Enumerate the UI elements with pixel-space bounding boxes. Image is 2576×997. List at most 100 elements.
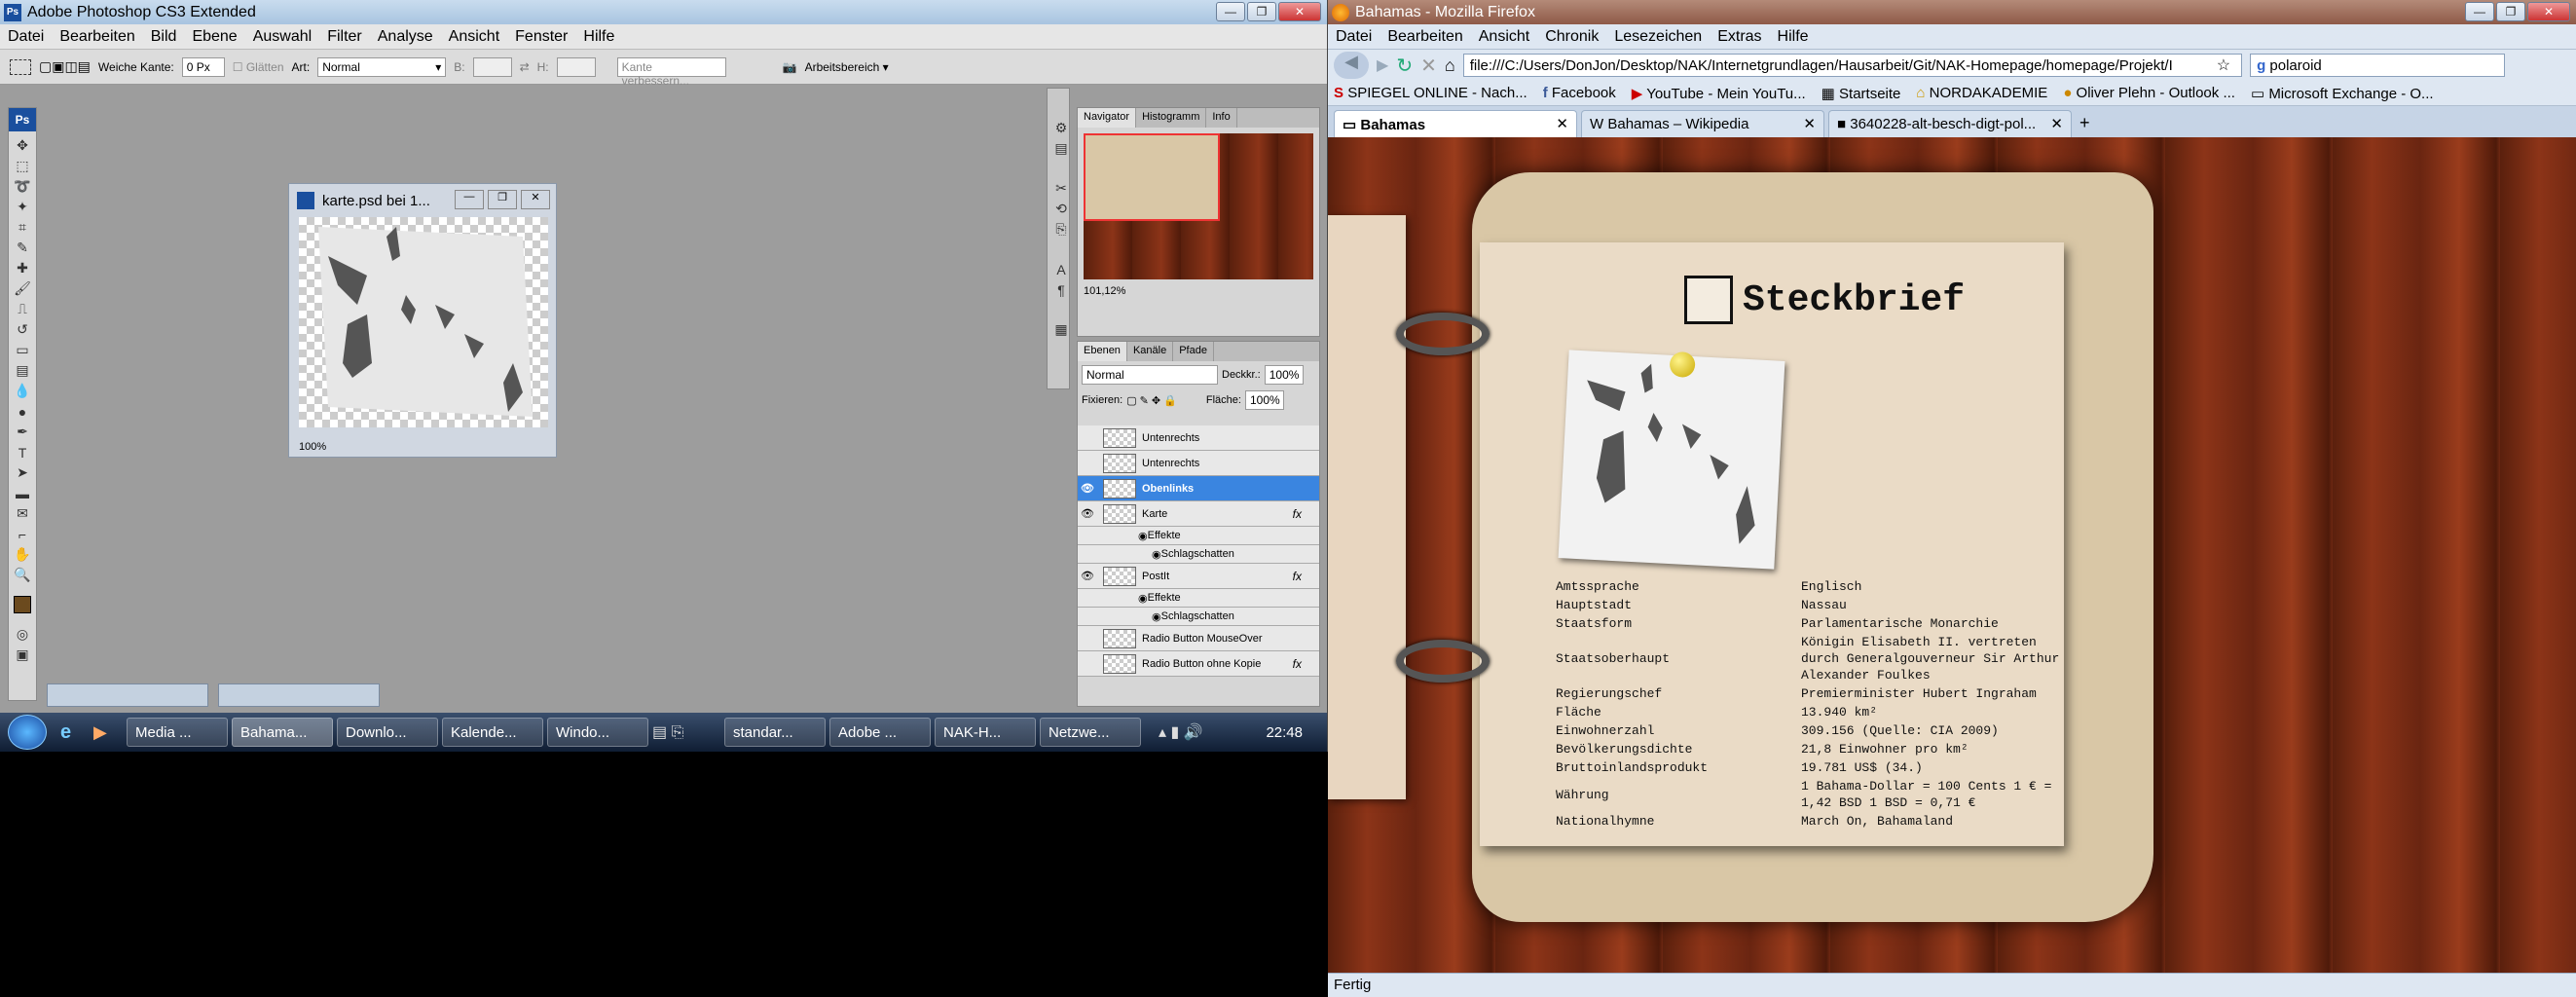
shape-tool-icon[interactable]: ▬ <box>9 483 36 503</box>
style-select[interactable]: Normal ▾ <box>317 56 447 77</box>
url-bar[interactable]: file:///C:/Users/DonJon/Desktop/NAK/Inte… <box>1462 54 2242 77</box>
layer-row[interactable]: Untenrechts <box>1078 451 1319 476</box>
tab-wikipedia[interactable]: W Bahamas – Wikipedia ✕ <box>1581 110 1824 137</box>
quickmask-icon[interactable]: ◎ <box>9 624 36 645</box>
doc-restore-button[interactable]: ❐ <box>488 190 517 209</box>
ie-icon[interactable]: e <box>60 721 90 744</box>
dodge-tool-icon[interactable]: ● <box>9 401 36 422</box>
ff-menu-datei[interactable]: Datei <box>1336 28 1372 46</box>
layer-row[interactable]: 👁 Obenlinks <box>1078 476 1319 501</box>
panel-icon-3[interactable]: ✂ <box>1048 178 1075 199</box>
home-icon[interactable]: ⌂ <box>1445 55 1455 76</box>
search-bar[interactable]: g polaroid <box>2250 54 2506 77</box>
ff-menu-chronik[interactable]: Chronik <box>1545 28 1599 46</box>
path-select-icon[interactable]: ➤ <box>9 462 36 483</box>
menu-bild[interactable]: Bild <box>151 28 177 46</box>
close-tab-icon[interactable]: ✕ <box>1803 115 1816 132</box>
fx-icon[interactable]: fx <box>1293 507 1302 521</box>
new-tab-button[interactable]: + <box>2076 109 2094 137</box>
eyedropper-icon[interactable]: ✎ <box>9 238 36 258</box>
zoom-tool-icon[interactable]: 🔍 <box>9 565 36 585</box>
menu-ansicht[interactable]: Ansicht <box>449 28 499 46</box>
bookmark-exchange[interactable]: ▭ Microsoft Exchange - O... <box>2251 85 2434 102</box>
ff-menu-hilfe[interactable]: Hilfe <box>1778 28 1809 46</box>
fx-icon[interactable]: fx <box>1293 657 1302 671</box>
bookmark-startseite[interactable]: ▦ Startseite <box>1822 85 1901 102</box>
marquee-tool-icon[interactable] <box>10 58 31 75</box>
bookmark-spiegel[interactable]: S SPIEGEL ONLINE - Nach... <box>1334 85 1527 101</box>
hand-tool-icon[interactable]: ✋ <box>9 544 36 565</box>
layer-effect-row[interactable]: ◉ Schlagschatten <box>1078 608 1319 626</box>
layer-effect-row[interactable]: ◉ Effekte <box>1078 589 1319 608</box>
blur-tool-icon[interactable]: 💧 <box>9 381 36 401</box>
minimized-doc-1[interactable] <box>47 683 208 707</box>
ps-restore-button[interactable]: ❐ <box>1247 2 1276 21</box>
doc-minimize-button[interactable]: — <box>455 190 484 209</box>
tab-bahamas[interactable]: ▭ Bahamas ✕ <box>1334 110 1577 137</box>
layer-row[interactable]: 👁 PostIt fx <box>1078 564 1319 589</box>
navigator-zoom-readout[interactable]: 101,12% <box>1078 285 1319 297</box>
panel-icon-4[interactable]: ⟲ <box>1048 199 1075 219</box>
task-windows[interactable]: Windo... <box>547 718 648 747</box>
feather-input[interactable]: 0 Px <box>181 56 225 77</box>
layer-row[interactable]: 👁 Karte fx <box>1078 501 1319 527</box>
menu-ebene[interactable]: Ebene <box>192 28 237 46</box>
media-icon[interactable]: ▶ <box>93 722 123 743</box>
color-swatches-icon[interactable] <box>9 585 36 624</box>
ff-menu-ansicht[interactable]: Ansicht <box>1479 28 1529 46</box>
crop-tool-icon[interactable]: ⌗ <box>9 217 36 238</box>
eye-icon[interactable]: 👁 <box>1078 570 1097 582</box>
doc-close-button[interactable]: ✕ <box>521 190 550 209</box>
opacity-input[interactable]: 100% <box>1264 365 1304 385</box>
tab-info[interactable]: Info <box>1206 108 1237 128</box>
navigator-preview[interactable] <box>1084 133 1313 279</box>
lock-icons[interactable]: ▢ ✎ ✥ 🔒 <box>1126 394 1177 407</box>
document-canvas[interactable] <box>299 217 548 427</box>
refine-edge-button[interactable]: Kante verbessern... <box>616 56 726 88</box>
eyedropper2-icon[interactable]: ⌐ <box>9 524 36 544</box>
doc-zoom-readout[interactable]: 100% <box>299 441 326 453</box>
menu-filter[interactable]: Filter <box>327 28 362 46</box>
move-tool-icon[interactable]: ✥ <box>9 135 36 156</box>
pen-tool-icon[interactable]: ✒ <box>9 422 36 442</box>
fx-icon[interactable]: fx <box>1293 570 1302 583</box>
start-button[interactable] <box>8 715 47 750</box>
menu-fenster[interactable]: Fenster <box>515 28 568 46</box>
close-tab-icon[interactable]: ✕ <box>2050 115 2063 132</box>
quicklaunch-icons[interactable]: ▤ ⎘ <box>652 722 720 742</box>
ff-close-button[interactable]: ✕ <box>2527 2 2570 21</box>
blend-mode-select[interactable]: Normal <box>1082 365 1218 385</box>
minimized-doc-2[interactable] <box>218 683 380 707</box>
panel-icon-2[interactable]: ▤ <box>1048 138 1075 159</box>
bookmark-nordakademie[interactable]: ⌂ NORDAKADEMIE <box>1916 85 2047 101</box>
height-input[interactable] <box>556 56 596 77</box>
ff-restore-button[interactable]: ❐ <box>2496 2 2525 21</box>
layer-effect-row[interactable]: ◉ Effekte <box>1078 527 1319 545</box>
ps-close-button[interactable]: ✕ <box>1278 2 1321 21</box>
tab-paths[interactable]: Pfade <box>1173 342 1214 361</box>
lasso-tool-icon[interactable]: ➰ <box>9 176 36 197</box>
back-button[interactable]: ◀ <box>1334 52 1369 79</box>
task-nak[interactable]: NAK-H... <box>935 718 1036 747</box>
effect-eye-icon[interactable]: ◉ <box>1138 530 1148 542</box>
effect-eye-icon[interactable]: ◉ <box>1152 610 1161 623</box>
effect-eye-icon[interactable]: ◉ <box>1138 592 1148 605</box>
menu-auswahl[interactable]: Auswahl <box>253 28 312 46</box>
menu-analyse[interactable]: Analyse <box>378 28 433 46</box>
bookmark-outlook[interactable]: ● Oliver Plehn - Outlook ... <box>2063 85 2235 101</box>
bookmark-star-icon[interactable]: ☆ <box>2217 55 2230 75</box>
bookmark-youtube[interactable]: ▶ YouTube - Mein YouTu... <box>1632 85 1806 102</box>
reload-icon[interactable]: ↻ <box>1396 54 1413 78</box>
healing-brush-icon[interactable]: ✚ <box>9 258 36 278</box>
task-adobe[interactable]: Adobe ... <box>829 718 931 747</box>
task-standard[interactable]: standar... <box>724 718 826 747</box>
search-engine-icon[interactable]: g <box>2257 57 2265 74</box>
gradient-tool-icon[interactable]: ▤ <box>9 360 36 381</box>
panel-icon-8[interactable]: ▦ <box>1048 319 1075 340</box>
brush-tool-icon[interactable]: 🖌 <box>9 278 36 299</box>
effect-eye-icon[interactable]: ◉ <box>1152 548 1161 561</box>
stop-icon[interactable]: ✕ <box>1420 54 1437 78</box>
task-bahamas[interactable]: Bahama... <box>232 718 333 747</box>
workspace-button[interactable]: Arbeitsbereich ▾ <box>805 60 889 74</box>
ff-minimize-button[interactable]: — <box>2465 2 2494 21</box>
